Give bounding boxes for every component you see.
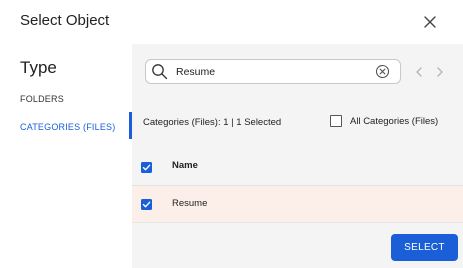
table-row[interactable]: Resume — [132, 186, 463, 223]
dialog-title: Select Object — [20, 12, 110, 29]
all-categories-label: All Categories (Files) — [350, 116, 439, 127]
sidebar: Type FOLDERS CATEGORIES (FILES) — [0, 44, 132, 268]
main-panel: Categories (Files): 1 | 1 Selected All C… — [132, 44, 463, 268]
close-icon[interactable] — [420, 12, 440, 32]
sidebar-item-categories-files[interactable]: CATEGORIES (FILES) — [20, 122, 115, 132]
sidebar-heading: Type — [20, 58, 57, 77]
search-input[interactable] — [176, 63, 366, 80]
search-icon — [151, 63, 168, 80]
chevron-right-icon[interactable] — [435, 65, 445, 77]
selection-summary: Categories (Files): 1 | 1 Selected — [143, 117, 282, 128]
dialog-header: Select Object — [0, 0, 463, 44]
table-header: Name — [132, 148, 463, 186]
search-box[interactable] — [145, 59, 401, 84]
row-name: Resume — [172, 198, 208, 209]
select-all-checkbox[interactable] — [141, 162, 152, 173]
column-header-name[interactable]: Name — [172, 160, 198, 171]
select-button[interactable]: SELECT — [391, 234, 458, 261]
clear-search-icon[interactable] — [375, 64, 390, 79]
row-checkbox[interactable] — [141, 199, 152, 210]
sidebar-item-folders[interactable]: FOLDERS — [20, 94, 64, 104]
all-categories-checkbox[interactable] — [330, 115, 342, 127]
chevron-left-icon[interactable] — [414, 65, 424, 77]
